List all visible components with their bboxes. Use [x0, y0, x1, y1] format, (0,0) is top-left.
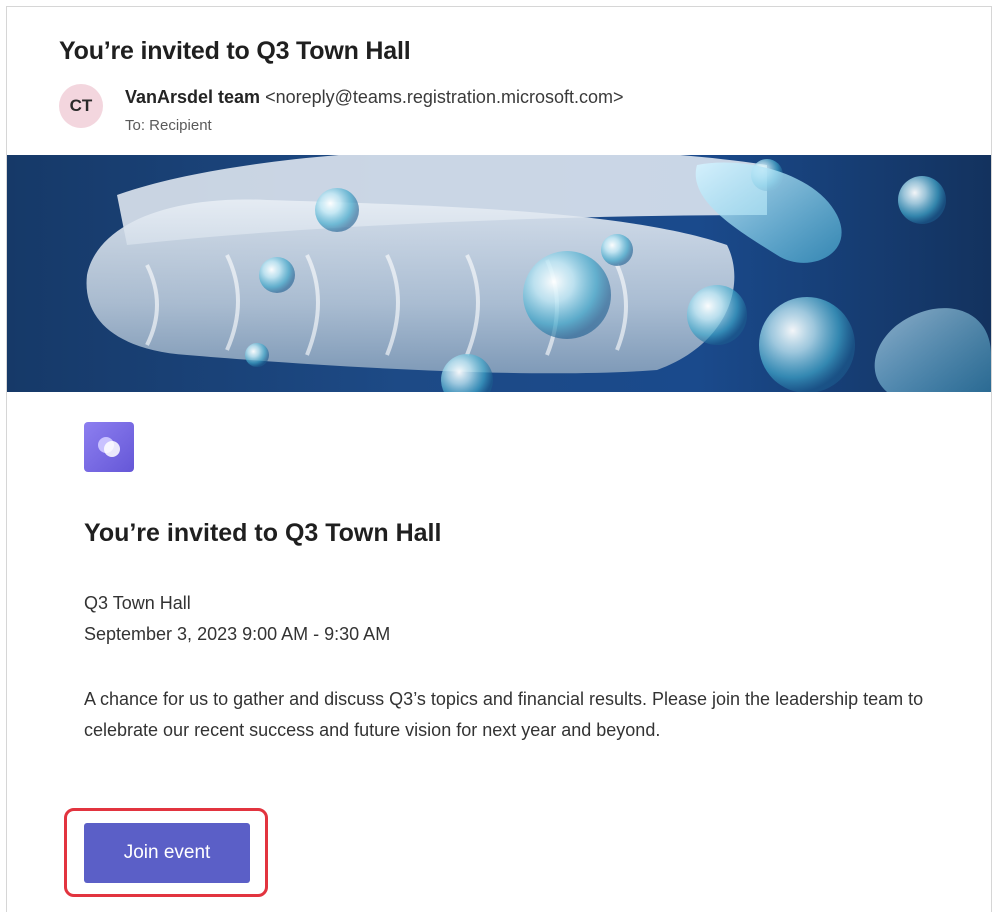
sender-name[interactable]: VanArsdel team: [125, 87, 260, 107]
sender-address: <noreply@teams.registration.microsoft.co…: [265, 87, 624, 107]
teams-town-hall-icon: [84, 422, 134, 472]
event-datetime: September 3, 2023 9:00 AM - 9:30 AM: [84, 624, 391, 644]
sender-avatar[interactable]: CT: [59, 84, 103, 128]
event-name: Q3 Town Hall: [84, 593, 191, 613]
join-event-button[interactable]: Join event: [84, 823, 250, 883]
event-headline: You’re invited to Q3 Town Hall: [84, 519, 442, 547]
event-banner-image: [7, 155, 991, 392]
event-description: A chance for us to gather and discuss Q3…: [84, 689, 924, 740]
email-message: You’re invited to Q3 Town Hall CT VanArs…: [6, 6, 992, 912]
recipient-line: To: Recipient: [125, 117, 212, 134]
sender-line: VanArsdel team <noreply@teams.registrati…: [125, 87, 624, 108]
email-subject: You’re invited to Q3 Town Hall: [59, 37, 411, 65]
